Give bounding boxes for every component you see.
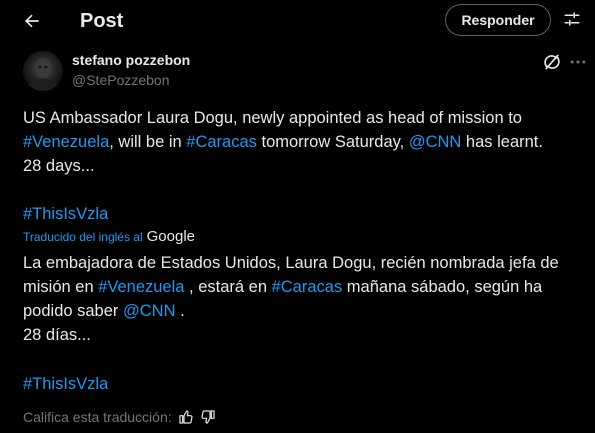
more-options-button[interactable] bbox=[568, 52, 588, 72]
hashtag-thisisvzla-link[interactable]: #ThisIsVzla bbox=[23, 372, 108, 396]
hashtag-venezuela-link[interactable]: #Venezuela bbox=[98, 278, 184, 296]
hashtag-caracas-link[interactable]: #Caracas bbox=[272, 278, 343, 296]
translation-label: Traducido del inglés al bbox=[23, 229, 143, 244]
thumb-up-button[interactable] bbox=[178, 409, 194, 425]
filter-sliders-icon bbox=[564, 12, 580, 26]
author-handle[interactable]: @StePozzebon bbox=[72, 72, 170, 88]
author-name[interactable]: stefano pozzebon bbox=[72, 52, 190, 68]
tweet-text-segment: tomorrow Saturday, bbox=[256, 133, 409, 151]
page-title: Post bbox=[80, 10, 124, 32]
mention-cnn-link[interactable]: @CNN bbox=[409, 133, 462, 151]
thumb-up-icon bbox=[179, 410, 193, 424]
thumb-down-icon bbox=[201, 410, 215, 424]
translated-text: La embajadora de Estados Unidos, Laura D… bbox=[23, 251, 588, 347]
translated-text-segment: 28 días... bbox=[23, 326, 91, 344]
thumb-down-button[interactable] bbox=[200, 409, 216, 425]
hashtag-venezuela-link[interactable]: #Venezuela bbox=[23, 133, 109, 151]
hashtag-caracas-link[interactable]: #Caracas bbox=[186, 133, 257, 151]
avatar-portrait bbox=[28, 58, 58, 91]
grok-icon bbox=[544, 54, 560, 70]
reply-button[interactable]: Responder bbox=[445, 4, 551, 36]
google-logo: Google bbox=[146, 228, 195, 245]
arrow-left-icon bbox=[24, 14, 39, 28]
hashtag-thisisvzla-link[interactable]: #ThisIsVzla bbox=[23, 202, 108, 226]
tweet-text: US Ambassador Laura Dogu, newly appointe… bbox=[23, 106, 583, 178]
grok-button[interactable] bbox=[542, 52, 562, 72]
rate-translation-label: Califica esta traducción: bbox=[23, 409, 172, 425]
tweet-text-segment: , will be in bbox=[109, 133, 187, 151]
more-horizontal-icon bbox=[570, 60, 586, 64]
translated-text-segment: , estará en bbox=[184, 278, 272, 296]
rate-translation: Califica esta traducción: bbox=[23, 409, 216, 425]
mention-cnn-link[interactable]: @CNN bbox=[123, 302, 176, 320]
tweet-text-segment: 28 days... bbox=[23, 157, 95, 175]
avatar[interactable] bbox=[23, 51, 63, 91]
tweet-text-segment: has learnt. bbox=[461, 133, 543, 151]
translation-attribution[interactable]: Traducido del inglés al Google bbox=[23, 228, 195, 245]
filter-button[interactable] bbox=[560, 7, 584, 31]
translated-text-segment: . bbox=[175, 302, 185, 320]
tweet-text-segment: US Ambassador Laura Dogu, newly appointe… bbox=[23, 109, 522, 127]
back-button[interactable] bbox=[14, 3, 50, 39]
